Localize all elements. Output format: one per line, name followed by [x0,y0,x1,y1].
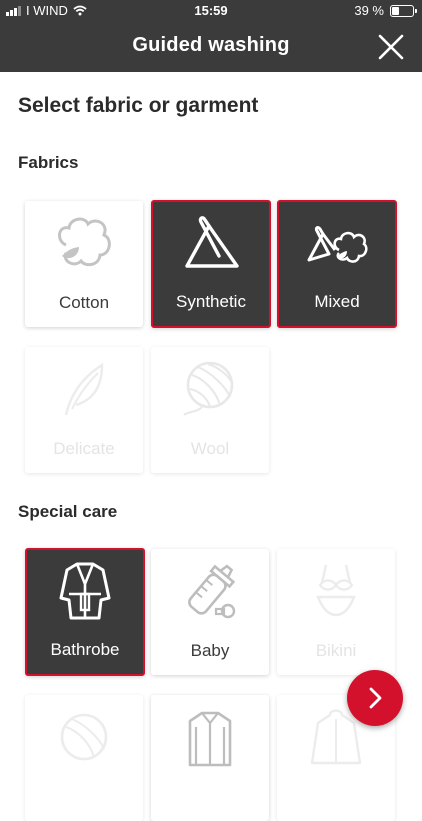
yarn-ball-icon [60,713,108,761]
garment-label: Bikini [315,641,357,660]
close-button[interactable] [376,32,406,62]
fabric-label: Delicate [53,439,115,458]
chevron-right-icon [369,687,382,709]
mixed-icon [307,226,368,263]
synthetic-icon [185,216,239,268]
next-button[interactable] [347,670,403,726]
fabric-card-delicate: Delicate [25,347,143,473]
battery-icon [390,4,417,17]
fabric-card-mixed[interactable]: Mixed [277,200,397,328]
fabric-card-cotton[interactable]: Cotton [25,201,143,327]
cotton-icon [58,217,111,267]
page-title: Guided washing [132,34,290,56]
close-icon [378,34,404,60]
fabric-label: Cotton [58,293,110,312]
garment-card-row3-2[interactable] [151,695,269,821]
yarn-ball-icon [183,361,234,416]
status-right: 39 % [354,3,417,18]
shirt-icon [188,711,232,767]
garment-card-bikini: Bikini [277,549,395,675]
garment-label: Baby [190,641,230,660]
app-header: Guided washing [0,22,422,72]
fabric-card-synthetic[interactable]: Synthetic [151,200,271,328]
bathrobe-icon [59,562,111,620]
fabric-label: Mixed [314,292,360,311]
baby-bottle-icon [188,564,236,619]
bikini-icon [316,564,356,617]
battery-percentage: 39 % [354,3,384,18]
section-heading-fabrics: Fabrics [18,153,79,172]
status-bar: I WIND 15:59 39 % [0,0,422,22]
fabric-label: Wool [190,439,230,458]
page-heading: Select fabric or garment [18,94,259,117]
garment-card-baby[interactable]: Baby [151,549,269,675]
garment-label: Bathrobe [50,640,120,659]
garment-card-row3-1 [25,695,143,821]
garment-card-bathrobe[interactable]: Bathrobe [25,548,145,676]
feather-icon [64,362,104,416]
fabric-card-wool: Wool [151,347,269,473]
fabric-label: Synthetic [176,292,246,311]
section-heading-special-care: Special care [18,502,118,521]
